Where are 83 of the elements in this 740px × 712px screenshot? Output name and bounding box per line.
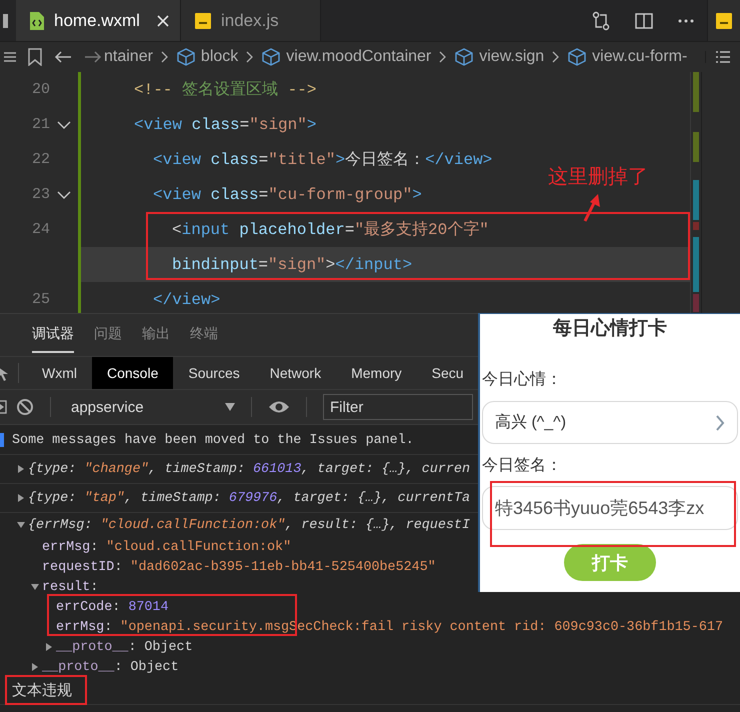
chevron-icon xyxy=(552,51,560,63)
compare-changes-icon[interactable] xyxy=(591,10,611,30)
fold-chevron-icon[interactable] xyxy=(57,120,71,130)
chevron-right-icon xyxy=(715,414,725,430)
js-file-icon xyxy=(194,12,211,28)
context-select[interactable]: appservice xyxy=(67,398,235,416)
devtools-tab[interactable]: Wxml xyxy=(27,357,92,389)
sidebar-toggle-icon[interactable] xyxy=(0,400,8,414)
devtools-tab[interactable]: Memory xyxy=(336,357,417,389)
collapsed-triangle-icon[interactable] xyxy=(45,643,53,651)
cube-icon xyxy=(568,48,586,66)
breadcrumb-item[interactable]: view.sign xyxy=(455,48,544,66)
code-line: <view class="cu-form-group"> xyxy=(153,184,422,206)
editor-tab[interactable]: index.js xyxy=(180,0,321,41)
line-number: 25 xyxy=(32,291,50,308)
code-line: <input placeholder="最多支持20个字" xyxy=(172,220,489,241)
panel-tab[interactable]: 输出 xyxy=(142,317,170,353)
object-entry[interactable]: __proto__: Object xyxy=(56,640,193,654)
annotation-arrow xyxy=(582,193,602,223)
object-entry[interactable]: {errMsg: "cloud.callFunction:ok", result: {…}, requestI xyxy=(28,518,470,532)
fold-chevron-icon[interactable] xyxy=(57,190,71,200)
cube-icon xyxy=(455,48,474,66)
eye-icon[interactable] xyxy=(268,400,290,414)
code-line: <view class="sign"> xyxy=(134,114,316,136)
panel-tab[interactable]: 问题 xyxy=(94,317,122,353)
console-message: Some messages have been moved to the Issues panel. xyxy=(12,433,414,448)
breadcrumb-item[interactable]: block xyxy=(176,48,238,66)
object-property: requestID: "dad602ac-b395-11eb-bb41-525400be5245" xyxy=(42,560,436,574)
breadcrumb-item[interactable]: ntainer xyxy=(104,48,153,66)
object-entry[interactable]: __proto__: Object xyxy=(42,660,179,674)
object-entry[interactable]: {type: "change", timeStamp: 661013, target: {…}, curren xyxy=(28,462,470,476)
line-number: 20 xyxy=(32,81,50,98)
code-line: </view> xyxy=(153,290,220,310)
clear-console-icon[interactable] xyxy=(16,398,34,416)
panel-tab[interactable]: 终端 xyxy=(190,317,218,353)
code-file-icon xyxy=(30,12,44,30)
annotation-text: 这里删掉了 xyxy=(548,165,648,190)
info-marker xyxy=(0,433,4,447)
line-number: 21 xyxy=(32,116,50,133)
object-property: errCode: 87014 xyxy=(56,600,169,614)
console-log: 文本违规 xyxy=(12,681,72,700)
collapsed-triangle-icon[interactable] xyxy=(31,663,39,671)
line-number: 23 xyxy=(32,186,50,203)
code-line: <!-- 签名设置区域 --> xyxy=(134,80,316,101)
cube-icon xyxy=(176,48,195,66)
collapsed-triangle-icon[interactable] xyxy=(17,494,25,502)
menu-icon[interactable] xyxy=(4,51,16,63)
editor-tab[interactable]: home.wxml xyxy=(16,0,181,41)
dropdown-triangle-icon xyxy=(225,403,235,411)
chevron-icon xyxy=(160,51,169,63)
chevron-icon xyxy=(439,51,448,63)
line-number: 24 xyxy=(32,221,50,238)
back-arrow-icon[interactable] xyxy=(54,50,72,64)
forward-arrow-icon[interactable] xyxy=(84,50,102,64)
breadcrumb-item[interactable]: view.cu-form- xyxy=(568,48,688,66)
code-line: <view class="title">今日签名：</view> xyxy=(153,150,492,171)
sign-input[interactable]: 特3456书yuuo莞6543李zx xyxy=(482,486,738,530)
close-icon[interactable] xyxy=(156,14,170,28)
object-entry[interactable]: result: xyxy=(42,580,98,594)
js-file-icon xyxy=(716,12,732,28)
collapsed-triangle-icon[interactable] xyxy=(17,465,25,473)
line-number: 22 xyxy=(32,151,50,168)
cube-icon xyxy=(262,48,280,66)
expanded-triangle-icon[interactable] xyxy=(31,583,39,591)
bookmark-icon[interactable] xyxy=(28,48,42,66)
devtools-tab[interactable]: Secu xyxy=(416,357,479,389)
devtools-tab[interactable]: Sources xyxy=(173,357,255,389)
mood-picker[interactable]: 高兴 (^_^) xyxy=(482,401,738,444)
more-icon[interactable] xyxy=(677,18,695,24)
breadcrumb-item[interactable]: view.moodContainer xyxy=(262,48,432,66)
mood-label: 今日心情： xyxy=(482,370,563,390)
panel-tab[interactable]: 调试器 xyxy=(32,317,74,353)
code-line: bindinput="sign"></input> xyxy=(172,254,412,276)
page-title: 每日心情打卡 xyxy=(552,316,668,341)
expanded-triangle-icon[interactable] xyxy=(17,521,25,529)
object-property: errMsg: "cloud.callFunction:ok" xyxy=(42,540,292,554)
sign-label: 今日签名： xyxy=(482,456,563,476)
split-editor-icon[interactable] xyxy=(635,12,653,30)
devtools-tab[interactable]: Console xyxy=(92,357,174,389)
chevron-icon xyxy=(246,51,254,63)
filter-field[interactable]: Filter xyxy=(323,394,473,420)
devtools-tab[interactable]: Network xyxy=(254,357,336,389)
object-entry[interactable]: {type: "tap", timeStamp: 679976, target: {…}, currentTa xyxy=(28,490,470,506)
